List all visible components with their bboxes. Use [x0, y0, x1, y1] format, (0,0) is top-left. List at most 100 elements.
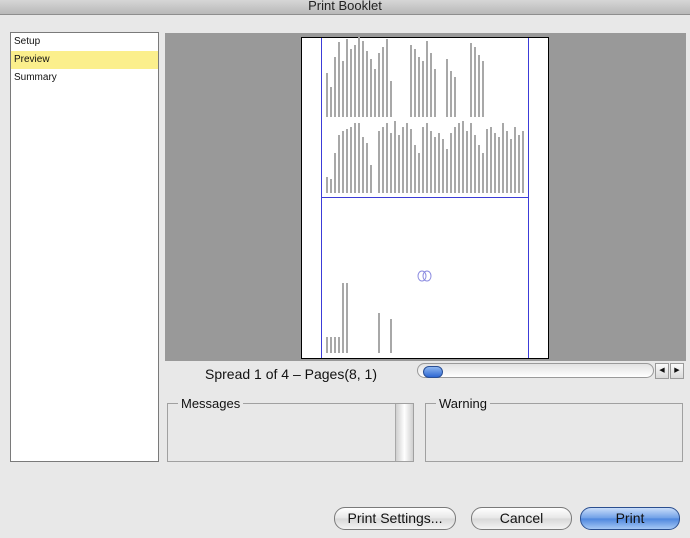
thumbnail-bar [482, 61, 484, 117]
thumbnail-bar [426, 123, 428, 193]
thumbnail-bar [486, 129, 488, 193]
thumbnail-bar [414, 49, 416, 117]
thumbnail-bar [482, 153, 484, 193]
thumbnail-bar [414, 145, 416, 193]
thumbnail-bar [454, 127, 456, 193]
thumbnail-bar [446, 59, 448, 117]
thumbnail-bar [334, 337, 336, 353]
thumbnail-bar [434, 137, 436, 193]
thumbnail-bar [346, 283, 348, 353]
sidebar-item-summary[interactable]: Summary [11, 69, 158, 87]
thumbnail-bar [430, 53, 432, 117]
thumbnail-bar [490, 127, 492, 193]
thumbnail-bar [386, 123, 388, 193]
thumbnail-bar [454, 77, 456, 117]
print-settings-button[interactable]: Print Settings... [334, 507, 456, 530]
thumbnail-bar [358, 37, 360, 117]
thumbnail-bar [394, 121, 396, 193]
thumbnail-bar [426, 41, 428, 117]
thumbnail-bar [330, 337, 332, 353]
thumbnail-bar [354, 123, 356, 193]
thumbnail-bar [478, 145, 480, 193]
thumbnail-bar [434, 69, 436, 117]
thumbnail-bar [378, 313, 380, 353]
sidebar-list: Setup Preview Summary [10, 32, 159, 462]
thumbnail-bar [498, 137, 500, 193]
thumbnail-bar [466, 131, 468, 193]
messages-box [167, 403, 414, 462]
thumbnail-bar [342, 61, 344, 117]
thumbnail-bar [374, 69, 376, 117]
thumbnail-bar [346, 39, 348, 117]
spread-scrollbar[interactable]: ◀ ▶ [417, 362, 685, 379]
thumbnail-bar [518, 135, 520, 193]
thumbnail-bar [338, 135, 340, 193]
thumbnail-bar [378, 53, 380, 117]
messages-label: Messages [178, 396, 244, 411]
thumbnail-bar [382, 47, 384, 117]
thumbnail-bar [342, 131, 344, 193]
thumbnail-bar [370, 165, 372, 193]
messages-scrollbar[interactable] [395, 404, 413, 461]
warning-box [425, 403, 683, 462]
thumbnail-bar [330, 179, 332, 193]
thumbnail-bar [506, 131, 508, 193]
thumbnail-bar [370, 59, 372, 117]
thumbnail-bar [442, 139, 444, 193]
thumbnail-bar [494, 133, 496, 193]
thumbnail-bar [390, 133, 392, 193]
thumbnail-bar [474, 135, 476, 193]
thumbnail-bar [422, 127, 424, 193]
thumbnail-bar [346, 129, 348, 193]
thumbnail-bar [450, 71, 452, 117]
warning-label: Warning [436, 396, 490, 411]
thumbnail-bar [378, 131, 380, 193]
scroll-track[interactable] [417, 363, 654, 378]
print-button[interactable]: Print [580, 507, 680, 530]
thumbnail-bar [338, 42, 340, 117]
thumbnail-bar [334, 153, 336, 193]
thumbnail-bar [390, 81, 392, 117]
page-object-icon [417, 270, 432, 282]
thumbnail-bar [382, 127, 384, 193]
thumbnail-bar [402, 127, 404, 193]
thumbnail-bar [358, 123, 360, 193]
thumbnail-bar [522, 131, 524, 193]
thumbnail-bar [446, 149, 448, 193]
thumbnail-bar [458, 123, 460, 193]
scroll-thumb[interactable] [423, 366, 443, 378]
thumbnail-bar [350, 127, 352, 193]
preview-area [165, 33, 686, 361]
thumbnail-bar [502, 123, 504, 193]
thumbnail-bar [326, 177, 328, 193]
thumbnail-bar [450, 133, 452, 193]
thumbnail-bar [342, 283, 344, 353]
spread-label: Spread 1 of 4 – Pages(8, 1) [205, 366, 377, 382]
margin-guide-left [321, 38, 322, 358]
window-title-bar: Print Booklet [0, 0, 690, 15]
thumbnail-bar [410, 45, 412, 117]
sidebar-item-setup[interactable]: Setup [11, 33, 158, 51]
thumbnail-bar [470, 43, 472, 117]
thumbnail-bar [366, 51, 368, 117]
sidebar-item-preview[interactable]: Preview [11, 51, 158, 69]
thumbnail-bar [422, 61, 424, 117]
thumbnail-bar [406, 123, 408, 193]
thumbnail-bar [438, 133, 440, 193]
thumbnail-bar [462, 121, 464, 193]
scroll-right-icon[interactable]: ▶ [670, 363, 684, 379]
thumbnail-bar [514, 127, 516, 193]
window-title: Print Booklet [308, 0, 382, 13]
thumbnail-bar [350, 49, 352, 117]
thumbnail-bar [430, 131, 432, 193]
thumbnail-bar [330, 87, 332, 117]
thumbnail-bar [354, 45, 356, 117]
cancel-button[interactable]: Cancel [471, 507, 572, 530]
thumbnail-bar [326, 337, 328, 353]
thumbnail-bar [362, 137, 364, 193]
preview-page [301, 37, 549, 359]
thumbnail-bar [478, 55, 480, 117]
scroll-left-icon[interactable]: ◀ [655, 363, 669, 379]
thumbnail-bar [362, 41, 364, 117]
thumbnail-bar [470, 123, 472, 193]
